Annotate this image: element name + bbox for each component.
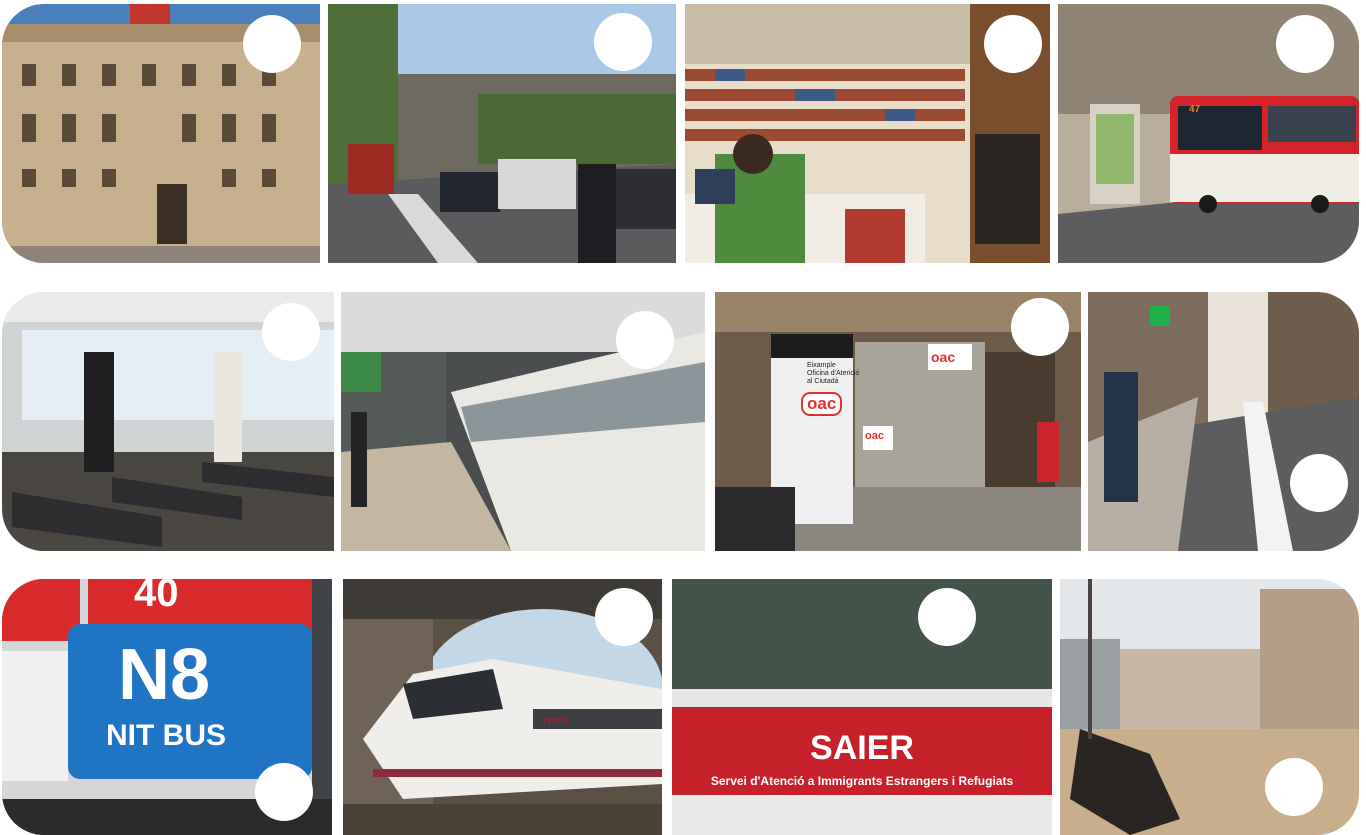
bus-route-number: 47 xyxy=(1189,104,1201,115)
marker-circle xyxy=(262,303,320,361)
train-brand: renfe xyxy=(543,715,570,727)
marker-circle xyxy=(594,13,652,71)
pedestrian-street-image xyxy=(1088,292,1359,551)
marker-circle xyxy=(918,588,976,646)
photo-train-station: renfe xyxy=(343,579,662,835)
saier-sign-image xyxy=(672,579,1052,835)
marker-circle xyxy=(1265,758,1323,816)
marker-circle xyxy=(243,15,301,73)
photo-nitbus-sign: 40 N8 NIT BUS xyxy=(2,579,332,835)
saier-title: SAIER xyxy=(810,729,914,767)
nitbus-route-top: 40 xyxy=(134,579,179,615)
photo-saier-sign: SAIER Servei d'Atenció a Immigrants Estr… xyxy=(672,579,1052,835)
photo-library xyxy=(685,4,1050,263)
nitbus-label: NIT BUS xyxy=(106,719,226,752)
marker-circle xyxy=(255,763,313,821)
photo-pedestrian-street xyxy=(1088,292,1359,551)
oac-panel-text: Eixample Oficina d'Atenció al Ciutadà xyxy=(807,362,860,385)
photo-government-palace xyxy=(2,4,320,263)
photo-city-bus: 47 xyxy=(1058,4,1359,263)
photo-gym xyxy=(2,292,334,551)
oac-window-logo: oac xyxy=(931,349,956,365)
photo-city-square xyxy=(1060,579,1359,835)
photo-oac-office: oac oac oac Eixample Oficina d'Atenció a… xyxy=(715,292,1081,551)
oac-door-logo: oac xyxy=(865,430,884,442)
photo-street-traffic xyxy=(328,4,676,263)
marker-circle xyxy=(1011,298,1069,356)
nitbus-route: N8 xyxy=(118,635,211,715)
marker-circle xyxy=(1290,454,1348,512)
marker-circle xyxy=(616,311,674,369)
photo-metro-station xyxy=(341,292,705,551)
oac-logo: oac xyxy=(801,392,843,416)
marker-circle xyxy=(1276,15,1334,73)
marker-circle xyxy=(595,588,653,646)
saier-subtitle: Servei d'Atenció a Immigrants Estrangers… xyxy=(710,774,1014,788)
marker-circle xyxy=(984,15,1042,73)
